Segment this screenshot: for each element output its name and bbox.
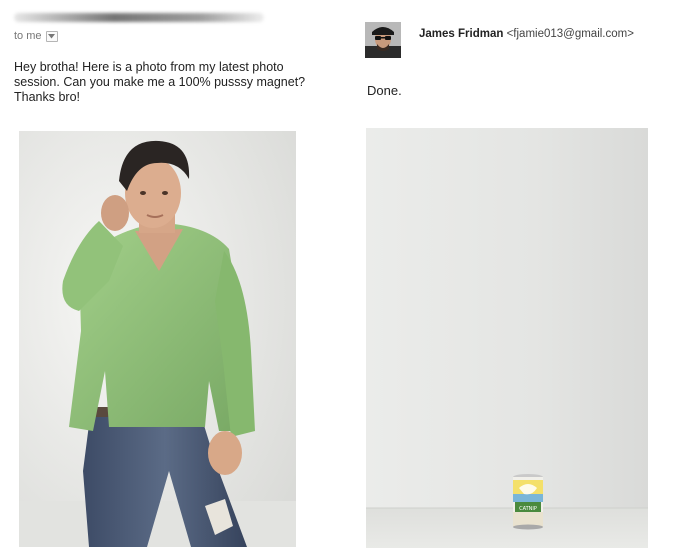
avatar-image [365,22,401,58]
reply-message: Done. [367,83,402,98]
can-label: CATNIP [519,506,537,512]
original-message-body: Hey brotha! Here is a photo from my late… [14,60,359,105]
message-line: session. Can you make me a 100% pusssy m… [14,75,306,89]
chevron-down-icon [48,33,56,38]
catfood-photo-image: CATNIP [366,128,648,548]
attached-photo-man[interactable] [19,131,296,547]
edited-photo-catfood[interactable]: CATNIP [366,128,648,548]
recipient-dropdown-button[interactable] [45,30,58,42]
sender-email[interactable]: <fjamie013@gmail.com> [507,28,634,40]
message-line: Hey brotha! Here is a photo from my late… [14,60,284,74]
redacted-sender-bar [14,13,264,22]
message-line: Thanks bro! [14,90,81,104]
catfood-can: CATNIP [513,474,543,530]
sender-line: James Fridman <fjamie013@gmail.com> [419,28,634,40]
sender-name: James Fridman [419,28,504,40]
man-photo-image [19,131,296,547]
sender-avatar[interactable] [365,22,401,58]
to-label: to me [14,30,42,42]
recipient-line: to me [14,30,58,42]
